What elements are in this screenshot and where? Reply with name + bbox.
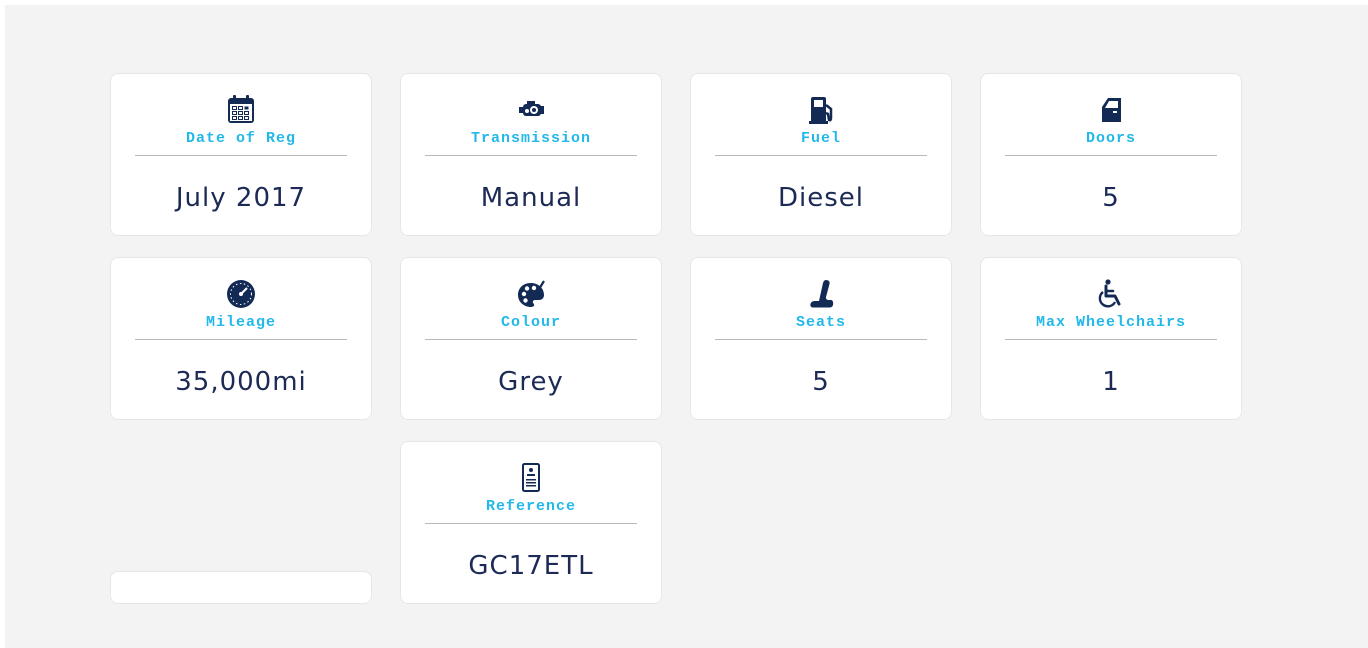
- car-seat-icon: [803, 276, 839, 312]
- document-icon: [513, 460, 549, 496]
- spec-value: July 2017: [175, 183, 307, 213]
- spec-value: 5: [812, 367, 830, 397]
- vehicle-specs-panel: Date of Reg July 2017 Transmission Manua…: [5, 5, 1368, 648]
- spec-value: 5: [1102, 183, 1120, 213]
- palette-icon: [513, 276, 549, 312]
- speedometer-icon: [223, 276, 259, 312]
- fuel-pump-icon: [803, 92, 839, 128]
- spec-value: 35,000mi: [175, 367, 307, 397]
- divider: [425, 155, 637, 156]
- divider: [135, 339, 347, 340]
- spec-label: Date of Reg: [185, 130, 297, 147]
- spec-value: Grey: [498, 367, 564, 397]
- engine-icon: [513, 92, 549, 128]
- spec-value: 1: [1102, 367, 1120, 397]
- divider: [715, 339, 927, 340]
- car-door-icon: [1093, 92, 1129, 128]
- spec-card-colour: Colour Grey: [400, 257, 662, 420]
- divider: [1005, 155, 1217, 156]
- wheelchair-icon: [1093, 276, 1129, 312]
- spec-label: Reference: [485, 498, 576, 515]
- spec-card-date-of-reg: Date of Reg July 2017: [110, 73, 372, 236]
- spec-label: Colour: [500, 314, 561, 331]
- spec-label: Doors: [1085, 130, 1136, 147]
- spec-value: Manual: [480, 183, 582, 213]
- spec-label: Transmission: [470, 130, 592, 147]
- spec-card-fuel: Fuel Diesel: [690, 73, 952, 236]
- spec-card-transmission: Transmission Manual: [400, 73, 662, 236]
- spec-label: Fuel: [800, 130, 841, 147]
- spec-label: Max Wheelchairs: [1035, 314, 1187, 331]
- spec-value: Diesel: [777, 183, 864, 213]
- spec-value: GC17ETL: [468, 551, 594, 581]
- spec-card-reference: Reference GC17ETL: [400, 441, 662, 604]
- divider: [135, 155, 347, 156]
- calendar-icon: [223, 92, 259, 128]
- spec-label: Seats: [795, 314, 846, 331]
- divider: [425, 339, 637, 340]
- spec-card-doors: Doors 5: [980, 73, 1242, 236]
- divider: [715, 155, 927, 156]
- spec-label: Mileage: [205, 314, 276, 331]
- divider: [1005, 339, 1217, 340]
- spec-card-mileage: Mileage 35,000mi: [110, 257, 372, 420]
- divider: [425, 523, 637, 524]
- spec-card-seats: Seats 5: [690, 257, 952, 420]
- empty-card: [110, 571, 372, 604]
- spec-card-max-wheelchairs: Max Wheelchairs 1: [980, 257, 1242, 420]
